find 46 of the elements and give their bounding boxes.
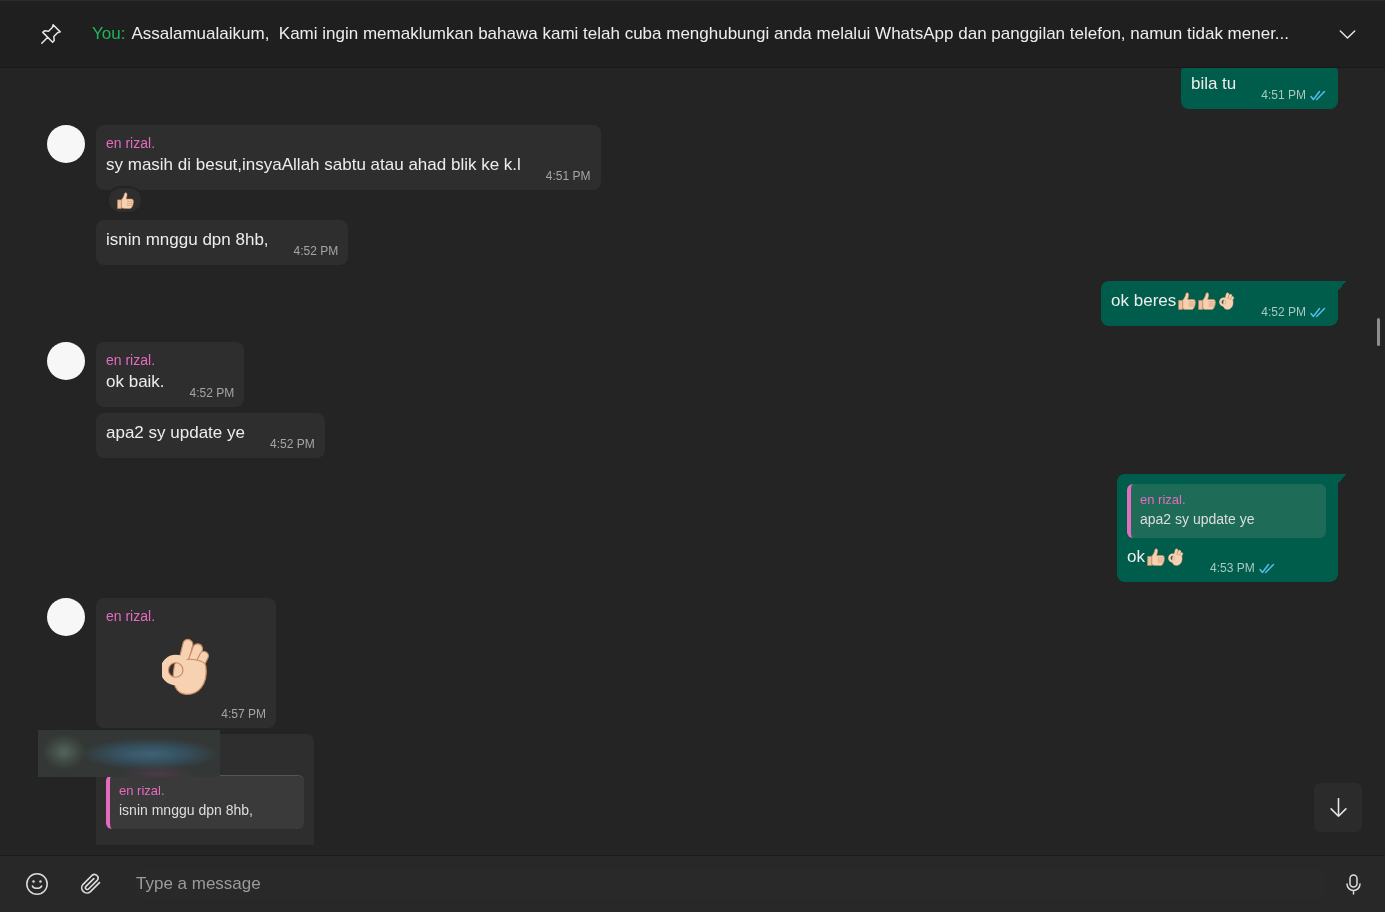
quote-text: apa2 sy update ye [1140,510,1256,529]
message-text: isnin mnggu dpn 8hb, [106,229,269,251]
thumbs-up-icon [1178,292,1197,310]
message-text: bila tu [1190,73,1237,95]
message-time: 4:52 PM [189,386,235,400]
pinned-message-text: Assalamualaikum, Kami ingin memaklumkan bahawa kami telah cuba menghubungi anda melalui WhatsApp dan panggilan telefon, namun tidak mener... [131,23,1291,45]
ok-hand-icon [1218,292,1237,310]
message-time: 4:57 PM [221,707,266,721]
message-time: 4:53 PM [1209,561,1255,575]
message-text: apa2 sy update ye [106,422,245,444]
thumbs-up-icon [116,191,134,209]
message-time: 4:51 PM [1261,88,1306,102]
message-text: sy masih di besut,insyaAllah sabtu atau ahad blik ke k.l [106,154,521,176]
avatar-icon[interactable] [47,598,85,636]
message-composer[interactable]: Type a message [0,855,1385,912]
quoted-message[interactable]: en rizal. isnin mnggu dpn 8hb, [106,775,304,829]
quote-sender: en rizal. [119,782,166,800]
thumbs-up-icon [1146,548,1165,566]
message-text: ok baik. [106,371,165,393]
message-text: ok beres [1111,290,1177,312]
arrow-down-icon [1329,798,1347,817]
ok-hand-icon [162,637,210,696]
scrollbar-thumb[interactable] [1377,318,1380,346]
ok-hand-icon [1166,548,1185,566]
avatar-icon[interactable] [47,342,85,380]
microphone-icon[interactable] [1346,873,1361,895]
message-text: ok [1127,546,1145,568]
quote-sender: en rizal. [1140,491,1187,509]
message-time: 4:51 PM [545,169,591,183]
message-time: 4:52 PM [269,437,315,451]
pinned-message-bar[interactable]: You: Assalamualaikum, Kami ingin memaklumkan bahawa kami telah cuba menghubungi anda melalui WhatsApp dan panggilan telefon, namun tidak mener... [0,0,1385,68]
quote-text: isnin mnggu dpn 8hb, [119,801,254,820]
quoted-message[interactable]: en rizal. apa2 sy update ye [1127,484,1326,538]
pin-icon [41,24,61,44]
avatar-icon[interactable] [47,125,85,163]
message-time: 4:52 PM [1261,305,1306,319]
paperclip-icon[interactable] [80,873,102,895]
sender-name: en rizal. [106,351,157,370]
emoji-icon[interactable] [26,873,48,895]
sender-name: en rizal. [106,607,157,626]
chevron-down-icon[interactable] [1339,29,1356,39]
message-time: 4:52 PM [293,244,339,258]
thumbs-up-icon [1198,292,1217,310]
scroll-down-button[interactable] [1314,783,1362,832]
sender-name: en rizal. [106,134,157,153]
pinned-sender: You: [92,23,126,45]
